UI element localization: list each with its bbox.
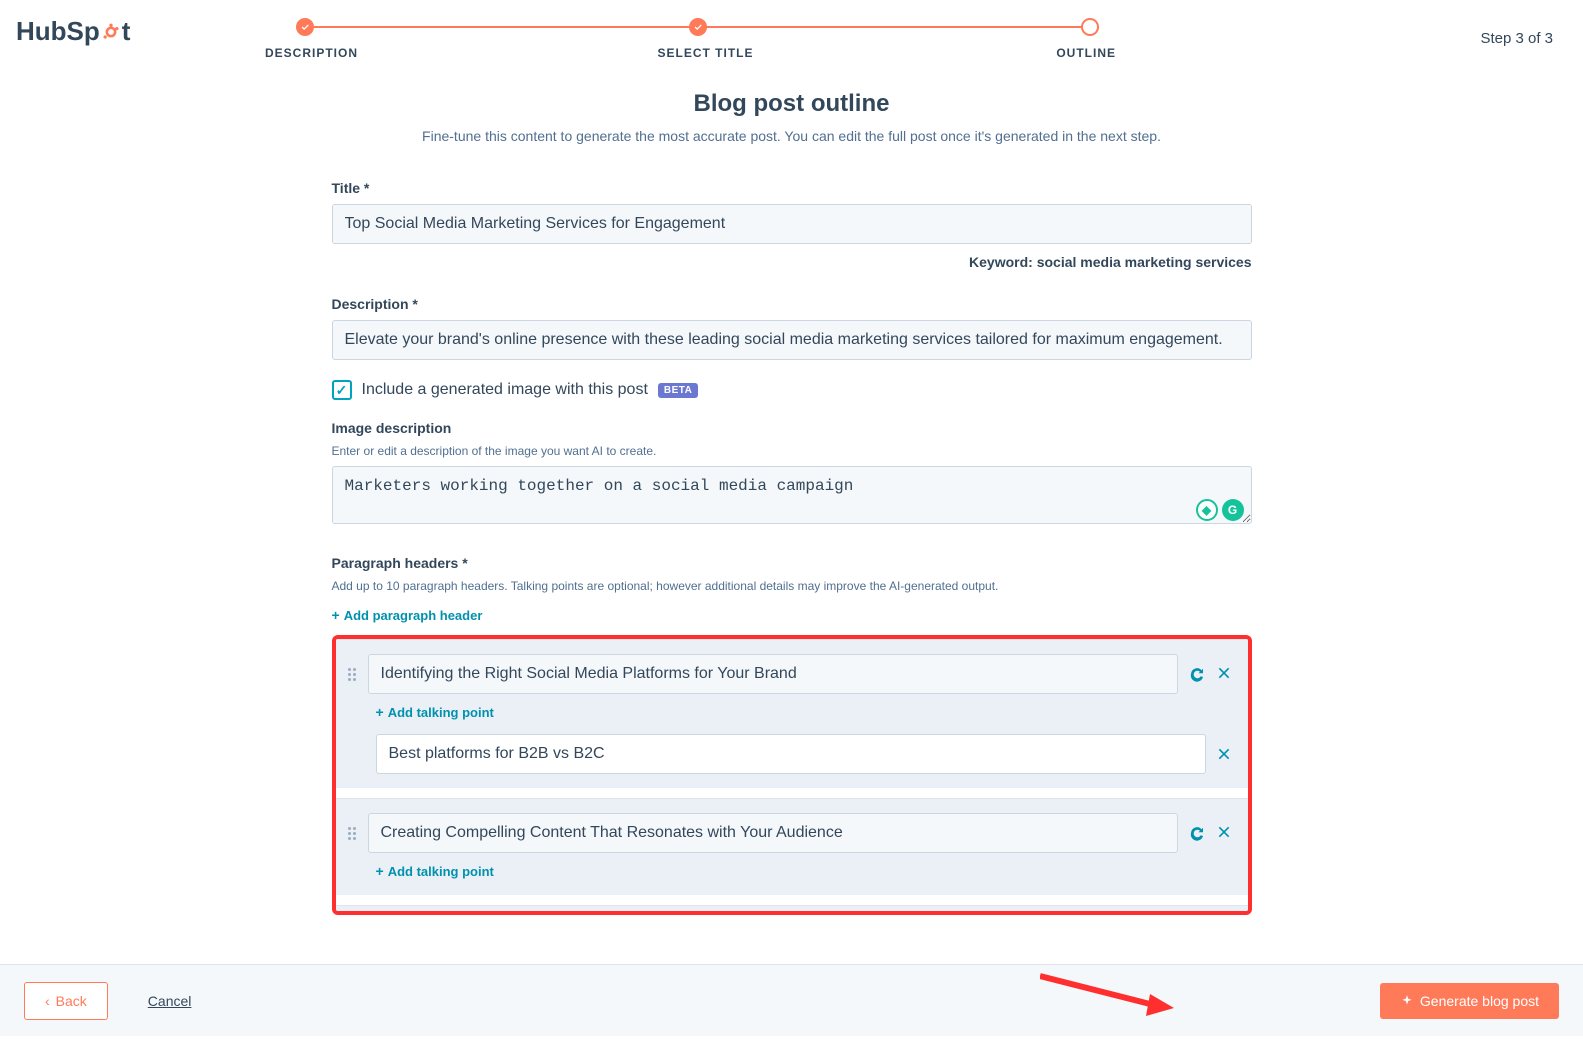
grammarly-icon-1[interactable]: ◆ bbox=[1196, 499, 1218, 521]
back-button[interactable]: ‹ Back bbox=[24, 982, 108, 1020]
keyword-text: Keyword: social media marketing services bbox=[332, 254, 1252, 270]
add-talking-point-link[interactable]: + Add talking point bbox=[376, 704, 494, 720]
paragraph-headers-label: Paragraph headers * bbox=[332, 555, 1252, 571]
step-label-select-title: SELECT TITLE bbox=[658, 46, 754, 60]
close-icon[interactable] bbox=[1216, 824, 1232, 842]
image-desc-label: Image description bbox=[332, 420, 1252, 436]
hubspot-logo: HubSp t bbox=[16, 16, 130, 47]
add-paragraph-header-link[interactable]: + Add paragraph header bbox=[332, 607, 483, 623]
step-label-description: DESCRIPTION bbox=[265, 46, 358, 60]
paragraph-headers-hint: Add up to 10 paragraph headers. Talking … bbox=[332, 579, 1252, 593]
include-image-section: ✓ Include a generated image with this po… bbox=[332, 380, 1252, 400]
generate-blog-post-button[interactable]: Generate blog post bbox=[1380, 983, 1559, 1019]
footer-bar: ‹ Back Cancel Generate blog post bbox=[0, 964, 1583, 1036]
close-icon[interactable] bbox=[1216, 665, 1232, 683]
page-title: Blog post outline bbox=[332, 90, 1252, 118]
title-label: Title * bbox=[332, 180, 1252, 196]
paragraph-header-input[interactable] bbox=[368, 654, 1178, 694]
title-section: Title * Keyword: social media marketing … bbox=[332, 180, 1252, 270]
step-counter: Step 3 of 3 bbox=[1480, 30, 1553, 47]
refresh-icon[interactable] bbox=[1188, 824, 1206, 842]
plus-icon: + bbox=[376, 704, 384, 720]
grammarly-icon-2[interactable]: G bbox=[1222, 499, 1244, 521]
grammarly-badges: ◆ G bbox=[1196, 499, 1244, 521]
headers-highlight-box: + Add talking point bbox=[332, 635, 1252, 915]
cancel-button[interactable]: Cancel bbox=[128, 983, 212, 1019]
talking-point-input[interactable] bbox=[376, 734, 1206, 774]
image-desc-hint: Enter or edit a description of the image… bbox=[332, 444, 1252, 458]
step-dot-select-title bbox=[689, 18, 707, 36]
drag-handle-icon[interactable] bbox=[346, 668, 358, 681]
step-dot-outline bbox=[1081, 18, 1099, 36]
talking-point-row bbox=[376, 734, 1232, 774]
add-talking-point-link[interactable]: + Add talking point bbox=[376, 863, 494, 879]
sprocket-icon bbox=[100, 21, 122, 43]
description-label: Description * bbox=[332, 296, 1252, 312]
logo-text-1: HubSp bbox=[16, 16, 100, 47]
image-desc-section: Image description Enter or edit a descri… bbox=[332, 420, 1252, 529]
paragraph-header-block: + Add talking point bbox=[336, 639, 1248, 788]
plus-icon: + bbox=[376, 863, 384, 879]
logo-text-2: t bbox=[122, 16, 131, 47]
image-desc-textarea[interactable] bbox=[332, 466, 1252, 524]
top-bar: HubSp t DESCRIPTION SELECT TITLE OUTLINE… bbox=[0, 0, 1583, 60]
description-input[interactable] bbox=[332, 320, 1252, 360]
plus-icon: + bbox=[332, 607, 340, 623]
paragraph-header-block bbox=[336, 905, 1248, 915]
drag-handle-icon[interactable] bbox=[346, 827, 358, 840]
description-section: Description * bbox=[332, 296, 1252, 360]
refresh-icon[interactable] bbox=[1188, 665, 1206, 683]
step-label-outline: OUTLINE bbox=[1056, 46, 1116, 60]
paragraph-header-input[interactable] bbox=[368, 813, 1178, 853]
include-image-checkbox[interactable]: ✓ bbox=[332, 380, 352, 400]
beta-badge: BETA bbox=[658, 383, 698, 398]
paragraph-headers-section: Paragraph headers * Add up to 10 paragra… bbox=[332, 555, 1252, 915]
chevron-left-icon: ‹ bbox=[45, 993, 50, 1009]
title-input[interactable] bbox=[332, 204, 1252, 244]
close-icon[interactable] bbox=[1216, 746, 1232, 762]
paragraph-header-block: + Add talking point bbox=[336, 798, 1248, 895]
include-image-label: Include a generated image with this post bbox=[362, 381, 648, 399]
sparkle-icon bbox=[1400, 994, 1414, 1008]
main-content: Blog post outline Fine-tune this content… bbox=[332, 90, 1252, 1055]
step-dot-description bbox=[296, 18, 314, 36]
page-subtitle: Fine-tune this content to generate the m… bbox=[332, 128, 1252, 144]
